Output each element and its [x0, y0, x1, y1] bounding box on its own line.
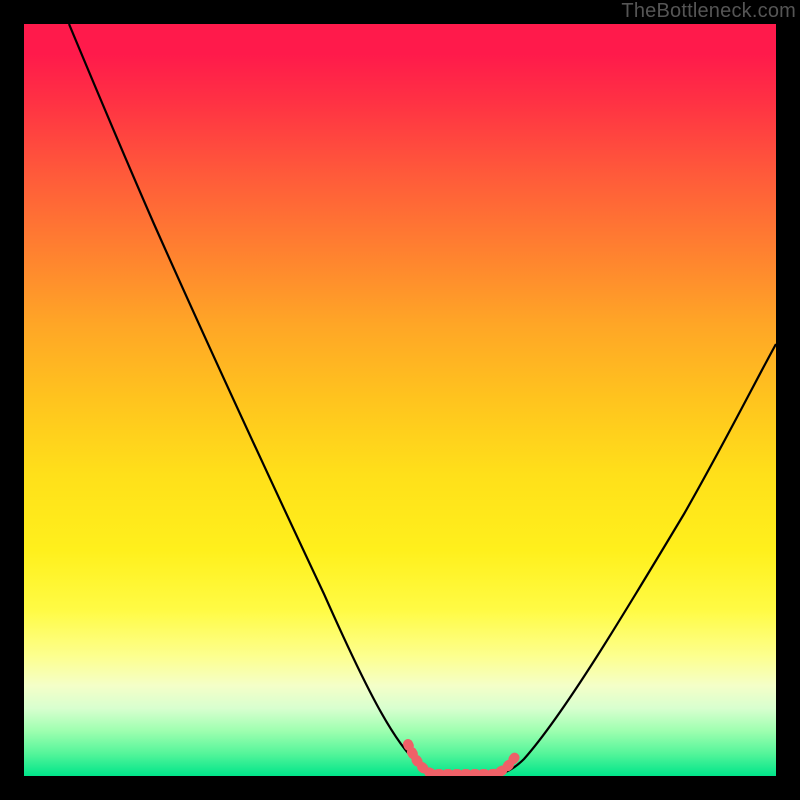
watermark-text: TheBottleneck.com	[621, 0, 796, 23]
plot-area	[24, 24, 776, 776]
heatmap-gradient-bg	[24, 24, 776, 776]
chart-frame: TheBottleneck.com	[0, 0, 800, 800]
